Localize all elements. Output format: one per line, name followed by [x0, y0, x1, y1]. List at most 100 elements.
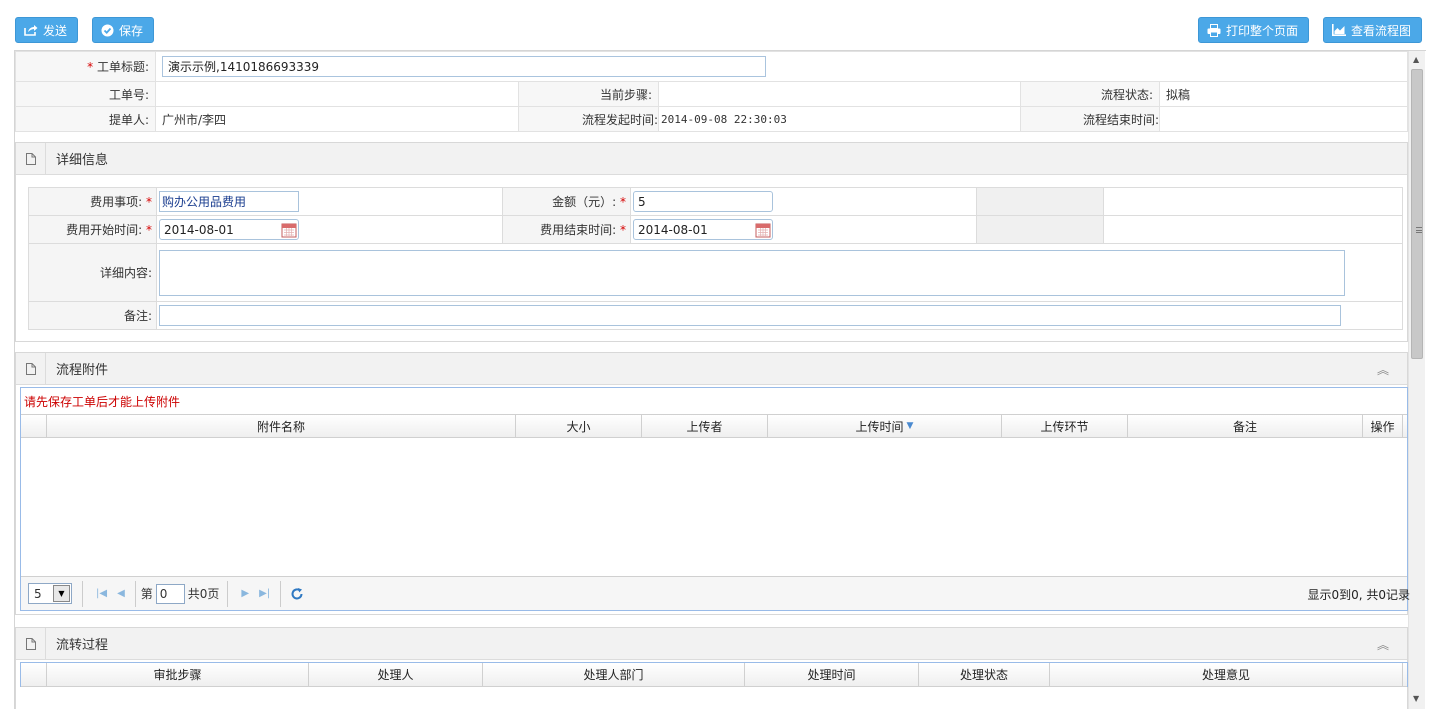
order-no-label: 工单号:	[15, 81, 156, 107]
calendar-icon[interactable]	[281, 222, 297, 238]
pager-summary: 显示0到0, 共0记录	[1307, 588, 1410, 602]
content-label: 详细内容:	[28, 243, 157, 302]
remark-label: 备注:	[28, 301, 157, 330]
send-button[interactable]: 发送	[15, 17, 79, 43]
page-number-input[interactable]: 0	[155, 583, 185, 604]
details-panel-header: 详细信息	[16, 142, 1407, 175]
first-page-icon[interactable]: |◀	[96, 588, 107, 599]
prev-page-icon[interactable]: ◀	[117, 588, 125, 599]
upload-notice: 请先保存工单后才能上传附件	[24, 394, 181, 409]
order-title-input[interactable]: 演示示例,1410186693339	[162, 56, 766, 77]
collapse-icon[interactable]: ︽	[1377, 361, 1389, 378]
column-header-department[interactable]: 处理人部门	[483, 663, 745, 686]
end-time-label: 流程结束时间:	[1020, 106, 1160, 132]
start-date-input[interactable]: 2014-08-01	[159, 219, 299, 240]
start-time-label: 流程发起时间:	[518, 106, 659, 132]
process-panel: 流转过程 ︽ 审批步骤 处理人 处理人部门 处理时间 处理状态 处理意见	[15, 627, 1408, 709]
expense-item-input[interactable]: 购办公用品费用	[159, 191, 299, 212]
column-header-uploader[interactable]: 上传者	[642, 415, 768, 437]
title-label: 工单标题:	[96, 60, 149, 74]
remark-input[interactable]	[159, 305, 1341, 326]
share-icon	[24, 25, 38, 36]
details-panel: 详细信息 费用事项: * 购办公用品费用 金额（元）: * 5 费用开始时间: …	[15, 142, 1408, 342]
form-frame: * 工单标题: 演示示例,1410186693339 工单号: 当前步骤: 流程…	[14, 50, 1426, 709]
calendar-icon[interactable]	[755, 222, 771, 238]
current-step-label: 当前步骤:	[518, 81, 659, 107]
start-date-label: 费用开始时间:	[66, 223, 143, 237]
print-page-button-label: 打印整个页面	[1226, 23, 1299, 38]
attachments-pager: 5 ▼ |◀ ◀ 第 0 共0页 ▶ ▶| 显示0到0, 共0记录	[21, 576, 1410, 610]
attachments-grid-header: 附件名称 大小 上传者 上传时间 ▼ 上传环节 备注 操作	[21, 414, 1407, 438]
column-header-upload-step[interactable]: 上传环节	[1002, 415, 1128, 437]
column-header-size[interactable]: 大小	[516, 415, 642, 437]
column-header-handle-status[interactable]: 处理状态	[919, 663, 1050, 686]
check-circle-icon	[101, 24, 114, 36]
column-header-remark[interactable]: 备注	[1128, 415, 1363, 437]
page-total: 共0页	[187, 587, 220, 601]
end-date-input[interactable]: 2014-08-01	[633, 219, 773, 240]
title-value-cell: 演示示例,1410186693339	[155, 51, 1408, 82]
process-panel-header: 流转过程 ︽	[16, 627, 1407, 660]
start-date-label-cell: 费用开始时间: *	[28, 215, 157, 244]
remark-value-cell	[156, 301, 1403, 330]
details-form: 费用事项: * 购办公用品费用 金额（元）: * 5 费用开始时间: * 201…	[28, 187, 1403, 330]
send-button-label: 发送	[43, 23, 68, 38]
amount-label: 金额（元）:	[552, 195, 617, 209]
detail-content-textarea[interactable]	[159, 249, 1345, 296]
page-size-select[interactable]: 5 ▼	[28, 583, 72, 604]
current-step-value	[658, 81, 1021, 107]
end-date-label-cell: 费用结束时间: *	[502, 215, 631, 244]
column-header-handle-time[interactable]: 处理时间	[745, 663, 919, 686]
view-flowchart-button[interactable]: 查看流程图	[1323, 17, 1423, 43]
empty-value-cell	[1103, 187, 1403, 216]
amount-input[interactable]: 5	[633, 191, 773, 212]
collapse-icon[interactable]: ︽	[1377, 636, 1389, 653]
print-page-button[interactable]: 打印整个页面	[1198, 17, 1310, 43]
process-grid: 审批步骤 处理人 处理人部门 处理时间 处理状态 处理意见	[20, 662, 1408, 687]
area-chart-icon	[1332, 24, 1346, 36]
details-panel-title: 详细信息	[56, 153, 109, 168]
expense-item-label-cell: 费用事项: *	[28, 187, 157, 216]
column-header-name[interactable]: 附件名称	[47, 415, 516, 437]
end-date-label: 费用结束时间:	[540, 223, 617, 237]
view-flowchart-button-label: 查看流程图	[1351, 23, 1412, 38]
order-no-value	[155, 81, 519, 107]
refresh-icon[interactable]	[290, 587, 304, 601]
last-page-icon[interactable]: ▶|	[259, 588, 270, 599]
column-header-action[interactable]: 操作	[1363, 415, 1403, 437]
content-value-cell	[156, 243, 1403, 302]
process-panel-title: 流转过程	[56, 638, 109, 653]
row-number-header	[21, 415, 47, 437]
document-icon	[16, 142, 46, 175]
attachments-panel-title: 流程附件	[56, 363, 109, 378]
dropdown-arrow-icon[interactable]: ▼	[53, 585, 70, 602]
attachments-grid: 请先保存工单后才能上传附件 附件名称 大小 上传者 上传时间 ▼ 上传环节 备注…	[20, 387, 1410, 611]
save-button-label: 保存	[119, 23, 144, 38]
page-prefix: 第	[140, 587, 153, 601]
end-date-value-cell: 2014-08-01	[630, 215, 977, 244]
expense-item-value-cell: 购办公用品费用	[156, 187, 503, 216]
attachments-panel: 流程附件 ︽ 请先保存工单后才能上传附件 附件名称 大小 上传者 上传时间 ▼ …	[15, 352, 1410, 615]
column-header-step[interactable]: 审批步骤	[47, 663, 309, 686]
column-header-upload-time[interactable]: 上传时间 ▼	[768, 415, 1002, 437]
save-button[interactable]: 保存	[92, 17, 155, 43]
empty-label-cell	[976, 187, 1104, 216]
column-header-handler[interactable]: 处理人	[309, 663, 483, 686]
document-icon	[16, 352, 46, 385]
title-label-cell: * 工单标题:	[15, 51, 156, 82]
submitter-value: 广州市/李四	[155, 106, 519, 132]
attachments-grid-body	[21, 438, 1407, 576]
attachments-panel-header: 流程附件 ︽	[16, 352, 1407, 385]
next-page-icon[interactable]: ▶	[241, 588, 249, 599]
row-number-header	[21, 663, 47, 686]
order-info-table: * 工单标题: 演示示例,1410186693339 工单号: 当前步骤: 流程…	[15, 51, 1408, 132]
start-time-value: 2014-09-08 22:30:03	[658, 106, 1021, 132]
column-header-opinion[interactable]: 处理意见	[1050, 663, 1403, 686]
sort-desc-icon: ▼	[906, 421, 914, 431]
submitter-label: 提单人:	[15, 106, 156, 132]
expense-item-label: 费用事项:	[90, 195, 143, 209]
printer-icon	[1207, 23, 1221, 37]
amount-label-cell: 金额（元）: *	[502, 187, 631, 216]
toolbar: 发送 保存 打印整个页面 查看流程图	[0, 0, 1440, 50]
process-grid-header: 审批步骤 处理人 处理人部门 处理时间 处理状态 处理意见	[21, 663, 1407, 687]
